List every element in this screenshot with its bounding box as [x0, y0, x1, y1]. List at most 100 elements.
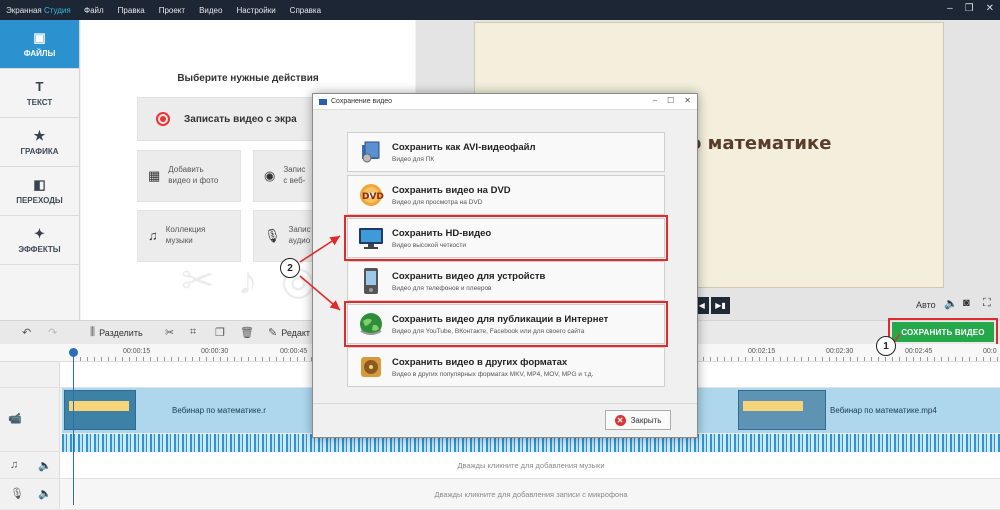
- webcam-record-button[interactable]: ◉ Запис с веб-: [253, 150, 315, 202]
- add-media-button[interactable]: ▦ Добавить видео и фото: [137, 150, 241, 202]
- redo-button[interactable]: ↷: [48, 326, 57, 339]
- dialog-title: Сохранение видео: [331, 98, 393, 105]
- menu-settings[interactable]: Настройки: [236, 6, 275, 15]
- redo-icon: ↷: [48, 327, 58, 339]
- phone-icon: [356, 267, 386, 295]
- video-camera-icon: 📹: [8, 413, 22, 425]
- magic-wand-icon: ✦: [34, 225, 45, 241]
- actions-heading: Выберите нужные действия: [177, 73, 319, 84]
- minimize-icon[interactable]: –: [947, 3, 953, 14]
- fullscreen-icon[interactable]: ⛶: [983, 297, 991, 310]
- copy-button[interactable]: ❐: [215, 326, 225, 339]
- next-icon: ▶▮: [715, 301, 726, 310]
- crop-icon: ⌗: [190, 326, 197, 338]
- film-icon: ▦: [148, 168, 161, 184]
- music-collection-button[interactable]: ♫ Коллекция музыки: [137, 210, 241, 262]
- ruler-tick: 00:02:15: [748, 348, 776, 355]
- volume-icon[interactable]: 🔈: [38, 487, 52, 500]
- music-track-hint: Дважды кликните для добавления музыки: [457, 461, 605, 470]
- save-video-dialog: Сохранение видео – ☐ ✕ Сохранить как AVI…: [312, 93, 698, 438]
- svg-text:DVD: DVD: [362, 192, 384, 202]
- playhead-line: [73, 350, 74, 505]
- text-icon: T: [35, 78, 44, 94]
- clip-thumbnail[interactable]: [64, 390, 136, 430]
- close-icon[interactable]: ✕: [986, 3, 994, 14]
- menu-bar: Файл Правка Проект Видео Настройки Справ…: [84, 6, 321, 15]
- menu-help[interactable]: Справка: [290, 6, 321, 15]
- dialog-window-controls: – ☐ ✕: [653, 96, 691, 105]
- save-devices-option[interactable]: Сохранить видео для устройств Видео для т…: [347, 261, 665, 301]
- save-video-highlight: СОХРАНИТЬ ВИДЕО: [888, 318, 998, 346]
- tab-graphics[interactable]: ★ ГРАФИКА: [0, 118, 79, 167]
- close-circle-icon: ✕: [614, 414, 626, 426]
- menu-file[interactable]: Файл: [84, 6, 104, 15]
- avi-file-icon: [356, 138, 386, 166]
- restore-icon[interactable]: ❐: [965, 3, 974, 14]
- ruler-tick: 00:00:30: [201, 348, 229, 355]
- maximize-icon[interactable]: ☐: [667, 96, 674, 105]
- dialog-footer: ✕ Закрыть: [313, 403, 697, 437]
- ruler-tick: 00:00:45: [280, 348, 308, 355]
- tab-effects[interactable]: ✦ ЭФФЕКТЫ: [0, 216, 79, 265]
- quality-auto-label[interactable]: Авто: [916, 300, 936, 310]
- next-frame-button[interactable]: ▶▮: [711, 297, 730, 314]
- microphone-icon: 🎙: [264, 228, 281, 244]
- volume-icon[interactable]: 🔈: [944, 297, 958, 310]
- camera-icon[interactable]: ◙: [963, 297, 970, 309]
- save-avi-option[interactable]: Сохранить как AVI-видеофайл Видео для ПК: [347, 132, 665, 172]
- film-reel-icon: [356, 353, 386, 381]
- window-controls: – ❐ ✕: [947, 3, 994, 14]
- transitions-icon: ◧: [33, 176, 46, 192]
- empty-track-head: [0, 362, 60, 388]
- dvd-icon: DVD: [356, 181, 386, 209]
- clip-thumbnail[interactable]: [738, 390, 826, 430]
- menu-edit[interactable]: Правка: [118, 6, 145, 15]
- undo-button[interactable]: ↶: [22, 326, 31, 339]
- tab-text[interactable]: T ТЕКСТ: [0, 69, 79, 118]
- tab-files[interactable]: ▣ ФАЙЛЫ: [0, 20, 79, 69]
- globe-icon: [356, 310, 386, 338]
- preview-title-text: о математике: [689, 133, 832, 154]
- undo-icon: ↶: [22, 327, 32, 339]
- clip-caption: [743, 401, 803, 411]
- edit-button[interactable]: ✎ Редакт: [268, 326, 310, 339]
- voice-record-button[interactable]: 🎙 Запис аудио: [253, 210, 315, 262]
- minimize-icon[interactable]: –: [653, 96, 657, 105]
- title-bar: Экранная Студия Файл Правка Проект Видео…: [0, 0, 1000, 20]
- scissors-icon: ✂: [165, 327, 175, 339]
- playhead-handle[interactable]: [69, 348, 78, 357]
- save-other-formats-option[interactable]: Сохранить видео в других форматах Видео в…: [347, 347, 665, 387]
- save-video-button[interactable]: СОХРАНИТЬ ВИДЕО: [892, 322, 994, 342]
- folder-icon: ▣: [33, 29, 46, 45]
- microphone-icon: 🎙: [10, 488, 24, 500]
- music-note-icon: ♫: [148, 228, 158, 244]
- left-sidebar: ▣ ФАЙЛЫ T ТЕКСТ ★ ГРАФИКА ◧ ПЕРЕХОДЫ ✦ Э…: [0, 20, 80, 320]
- cut-button[interactable]: ✂: [165, 326, 174, 339]
- star-icon: ★: [33, 127, 46, 143]
- tab-transitions[interactable]: ◧ ПЕРЕХОДЫ: [0, 167, 79, 216]
- record-icon: [156, 112, 170, 126]
- hd-monitor-icon: [356, 224, 386, 252]
- app-title: Экранная Студия: [6, 5, 71, 15]
- ruler-tick: 00:02:30: [826, 348, 854, 355]
- menu-video[interactable]: Видео: [199, 6, 222, 15]
- save-hd-option[interactable]: Сохранить HD-видео Видео высокой четкости: [344, 215, 668, 261]
- crop-button[interactable]: ⌗: [190, 326, 196, 339]
- menu-project[interactable]: Проект: [159, 6, 185, 15]
- app-small-icon: [319, 98, 327, 105]
- split-button[interactable]: ⫼ Разделить: [90, 326, 143, 339]
- close-icon[interactable]: ✕: [684, 96, 691, 105]
- ruler-tick: 00:02:45: [905, 348, 933, 355]
- save-dvd-option[interactable]: DVD Сохранить видео на DVD Видео для прос…: [347, 175, 665, 215]
- ruler-tick: 00:00:15: [123, 348, 151, 355]
- delete-button[interactable]: 🗑: [240, 326, 254, 339]
- webcam-icon: ◉: [264, 168, 276, 184]
- music-track-head: ♫ 🔈: [0, 452, 60, 479]
- dialog-close-button[interactable]: ✕ Закрыть: [605, 410, 671, 430]
- volume-icon[interactable]: 🔈: [38, 459, 52, 472]
- save-internet-option[interactable]: Сохранить видео для публикации в Интерне…: [344, 301, 668, 347]
- mic-track-head: 🎙 🔈: [0, 479, 60, 510]
- trash-icon: 🗑: [240, 327, 254, 339]
- mic-track-hint: Дважды кликните для добавления записи с …: [434, 490, 628, 499]
- callout-2: 2: [280, 258, 300, 278]
